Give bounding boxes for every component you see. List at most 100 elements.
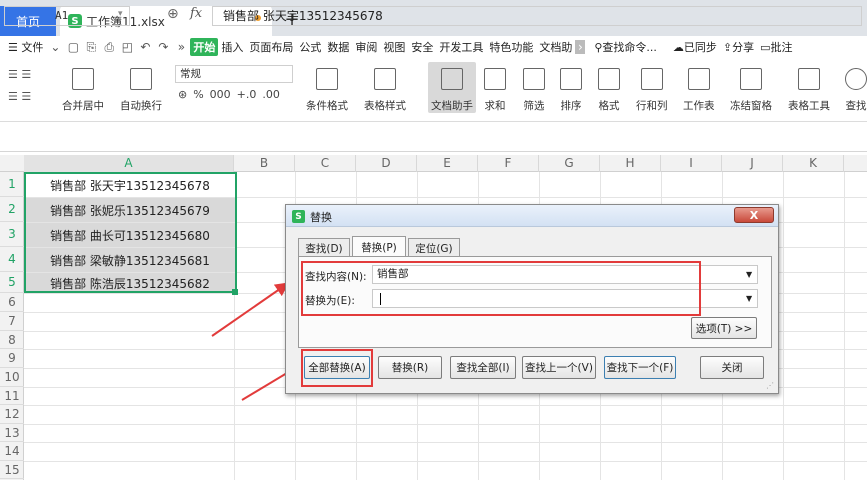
row-header[interactable]: 6 (0, 293, 24, 312)
annotate-button[interactable]: ▭批注 (757, 39, 795, 55)
menu-features[interactable]: 特色功能 (486, 39, 536, 55)
column-header[interactable]: F (478, 155, 539, 172)
chevron-down-icon[interactable]: ▼ (746, 270, 752, 279)
tab-goto[interactable]: 定位(G) (408, 238, 460, 257)
row-header[interactable]: 15 (0, 461, 24, 479)
chevron-down-icon[interactable]: ▼ (746, 294, 752, 303)
row-header[interactable]: 14 (0, 442, 24, 461)
column-header[interactable]: B (234, 155, 295, 172)
column-header[interactable]: K (783, 155, 844, 172)
wrap-text-button[interactable]: 自动换行 (120, 62, 162, 113)
save-icon[interactable]: ▢ (64, 40, 82, 54)
filter-button[interactable]: 筛选 (523, 62, 545, 113)
menu-data[interactable]: 数据 (324, 39, 352, 55)
chevron-down-icon[interactable]: ▾ (118, 9, 123, 19)
row-header[interactable]: 7 (0, 312, 24, 331)
fill-handle[interactable] (232, 289, 238, 295)
sum-button[interactable]: 求和 (484, 62, 506, 113)
find-all-button[interactable]: 查找全部(I) (450, 356, 516, 379)
formula-input[interactable]: 销售部 张天宇13512345678 (212, 6, 862, 26)
menu-security[interactable]: 安全 (408, 39, 436, 55)
row-header[interactable]: 5 (0, 272, 24, 293)
menu-home[interactable]: 开始 (190, 38, 219, 56)
indent-icon[interactable]: ☰ ☰ (8, 68, 31, 81)
number-format-row: ⊛ % 000 +.0 .00 (178, 88, 280, 101)
share-label: 分享 (732, 41, 755, 54)
column-header[interactable]: I (661, 155, 722, 172)
row-header[interactable]: 4 (0, 247, 24, 272)
freeze-panes-button[interactable]: 冻结窗格 (730, 62, 772, 113)
row-header[interactable]: 12 (0, 405, 24, 424)
table-style-label: 表格样式 (364, 100, 406, 112)
more-icon[interactable]: » (172, 40, 190, 54)
menu-page-layout[interactable]: 页面布局 (246, 39, 296, 55)
chevron-down-icon[interactable]: ⌄ (46, 40, 64, 54)
search-command[interactable]: ⚲查找命令... (591, 39, 660, 55)
tab-replace[interactable]: 替换(P) (352, 236, 406, 257)
align-icon[interactable]: ☰ ☰ (8, 90, 31, 103)
find-next-button[interactable]: 查找下一个(F) (604, 356, 676, 379)
table-style-button[interactable]: 表格样式 (364, 62, 406, 113)
row-header[interactable]: 9 (0, 349, 24, 368)
find-previous-button[interactable]: 查找上一个(V) (522, 356, 596, 379)
number-format-select[interactable]: 常规 (175, 65, 293, 83)
row-header[interactable]: 1 (0, 172, 24, 197)
sync-status[interactable]: ☁已同步 (670, 39, 720, 55)
print-icon[interactable]: ⎙ (100, 40, 118, 55)
name-box[interactable]: A1 (4, 6, 130, 26)
menu-insert[interactable]: 插入 (218, 39, 246, 55)
row-header[interactable]: 8 (0, 331, 24, 349)
column-header[interactable]: D (356, 155, 417, 172)
column-header[interactable]: J (722, 155, 783, 172)
row-col-button[interactable]: 行和列 (636, 62, 668, 113)
dialog-close-button[interactable]: X (734, 207, 774, 223)
file-menu[interactable]: ☰ 文件 (0, 39, 46, 55)
column-header[interactable]: G (539, 155, 600, 172)
worksheet-button[interactable]: 工作表 (683, 62, 715, 113)
column-header[interactable]: H (600, 155, 661, 172)
menu-developer[interactable]: 开发工具 (436, 39, 486, 55)
row-header[interactable]: 2 (0, 197, 24, 222)
table-tools-icon (798, 68, 820, 90)
increase-decimal-button[interactable]: +.0 (237, 88, 257, 101)
menu-formula[interactable]: 公式 (296, 39, 324, 55)
preview-icon[interactable]: ◰ (118, 40, 136, 54)
sort-button[interactable]: 排序 (560, 62, 582, 113)
undo-icon[interactable]: ↶ (136, 40, 154, 54)
tab-find[interactable]: 查找(D) (298, 238, 350, 257)
annotate-label: 批注 (770, 41, 793, 54)
export-icon[interactable]: ⎘ (82, 40, 100, 55)
find-button[interactable]: 查找 (845, 62, 867, 113)
share-button[interactable]: ⇪分享 (720, 39, 757, 55)
merge-center-button[interactable]: 合并居中 (62, 62, 104, 113)
table-tools-button[interactable]: 表格工具 (788, 62, 830, 113)
menu-review[interactable]: 审阅 (352, 39, 380, 55)
find-label: 查找 (845, 100, 867, 112)
currency-icon[interactable]: ⊛ (178, 88, 187, 101)
column-header[interactable]: C (295, 155, 356, 172)
row-header[interactable]: 11 (0, 387, 24, 405)
conditional-format-button[interactable]: 条件格式 (306, 62, 348, 113)
fx-icon[interactable]: fx (190, 6, 202, 21)
row-header[interactable]: 13 (0, 424, 24, 442)
percent-button[interactable]: % (193, 88, 203, 101)
resize-grip-icon[interactable]: ⋰ (766, 381, 774, 390)
replace-button[interactable]: 替换(R) (378, 356, 442, 379)
column-header[interactable]: A (24, 155, 234, 172)
menu-view[interactable]: 视图 (380, 39, 408, 55)
dialog-titlebar[interactable] (286, 205, 778, 227)
scroll-right-icon[interactable]: › (575, 40, 586, 54)
grid-line (24, 405, 867, 406)
close-button[interactable]: 关闭 (700, 356, 764, 379)
row-header[interactable]: 10 (0, 368, 24, 387)
decrease-decimal-button[interactable]: .00 (262, 88, 280, 101)
format-button[interactable]: 格式 (598, 62, 620, 113)
row-header[interactable]: 3 (0, 222, 24, 247)
menu-doc-helper[interactable]: 文档助 (536, 39, 575, 55)
thousands-button[interactable]: 000 (210, 88, 231, 101)
zoom-icon[interactable]: ⊕ (167, 6, 179, 22)
options-button[interactable]: 选项(T) >> (691, 317, 757, 339)
redo-icon[interactable]: ↷ (154, 40, 172, 54)
doc-helper-button[interactable]: 文档助手 (428, 62, 476, 113)
column-header[interactable]: E (417, 155, 478, 172)
